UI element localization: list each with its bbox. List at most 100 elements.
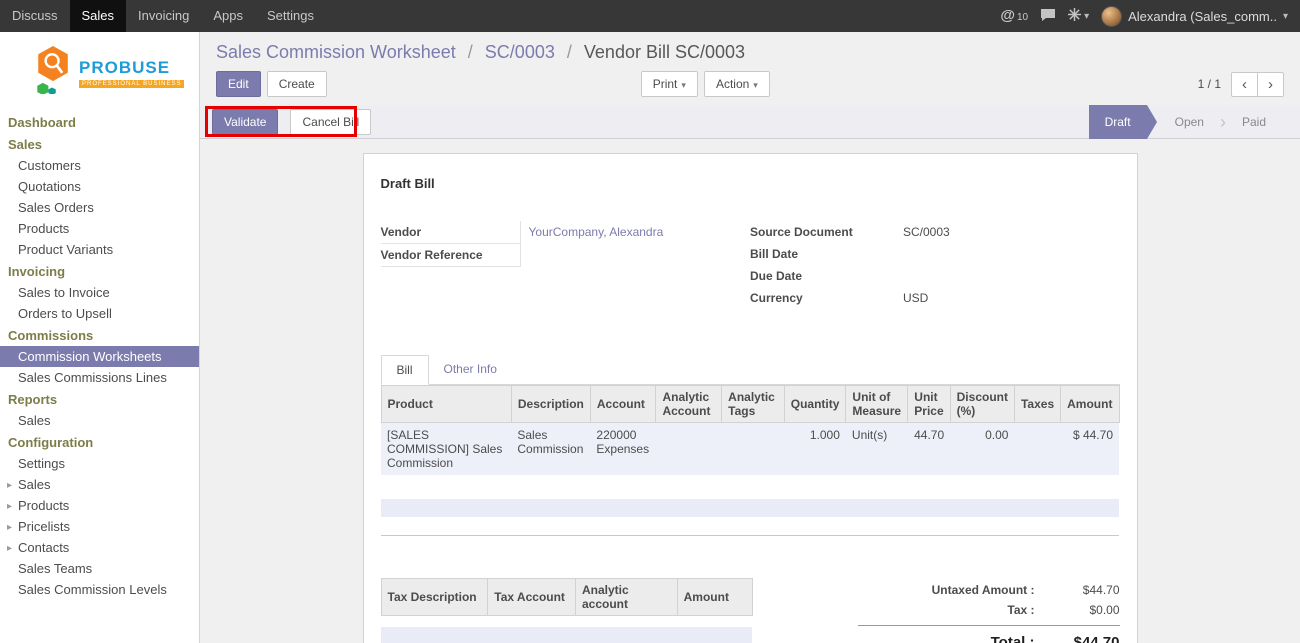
topbar: Discuss Sales Invoicing Apps Settings @ … <box>0 0 1300 32</box>
avatar <box>1101 6 1122 27</box>
cell-description: Sales Commission <box>511 423 590 476</box>
sidebar-item-commission-worksheets[interactable]: Commission Worksheets <box>0 346 199 367</box>
form-sheet: Draft Bill Vendor YourCompany, Alexandra… <box>363 153 1138 643</box>
sidebar-item-sales-to-invoice[interactable]: Sales to Invoice <box>0 282 199 303</box>
sidebar-item-sales-commission-levels[interactable]: Sales Commission Levels <box>0 579 199 600</box>
debug-icon <box>1068 8 1081 24</box>
messages-button[interactable] <box>1040 8 1056 25</box>
notebook-tabs: Bill Other Info <box>381 355 1120 385</box>
create-button[interactable]: Create <box>267 71 327 97</box>
tab-other-info[interactable]: Other Info <box>429 355 512 384</box>
expand-caret-icon: ▸ <box>7 499 12 514</box>
sidebar-item-config-products[interactable]: ▸ Products <box>0 495 199 516</box>
edit-button[interactable]: Edit <box>216 71 261 97</box>
breadcrumb-sc0003-link[interactable]: SC/0003 <box>485 42 555 62</box>
at-icon: @ <box>1000 7 1015 25</box>
bill-state-title: Draft Bill <box>381 176 1120 191</box>
sidebar-item-sales-commissions-lines[interactable]: Sales Commissions Lines <box>0 367 199 388</box>
cancel-bill-button[interactable]: Cancel Bill <box>290 109 371 135</box>
print-button[interactable]: Print▾ <box>641 71 698 97</box>
col-unit-of-measure: Unit of Measure <box>846 386 908 423</box>
col-amount: Amount <box>1061 386 1119 423</box>
expand-caret-icon: ▸ <box>7 520 12 535</box>
bill-date-label: Bill Date <box>750 243 895 265</box>
mentions-button[interactable]: @ 10 <box>1000 7 1028 25</box>
tab-bill[interactable]: Bill <box>381 355 429 385</box>
sidebar-section-sales[interactable]: Sales <box>0 133 199 155</box>
sidebar-item-label: Contacts <box>18 540 69 555</box>
sidebar-item-contacts[interactable]: ▸ Contacts <box>0 537 199 558</box>
expand-caret-icon: ▸ <box>7 541 12 556</box>
chevron-down-icon: ▾ <box>753 80 758 90</box>
sidebar-section-configuration[interactable]: Configuration <box>0 431 199 453</box>
top-menu: Discuss Sales Invoicing Apps Settings <box>0 0 326 32</box>
breadcrumb-separator: / <box>567 42 572 62</box>
sidebar-item-customers[interactable]: Customers <box>0 155 199 176</box>
sidebar-item-config-sales[interactable]: ▸Sales <box>0 474 199 495</box>
source-document-label: Source Document <box>750 221 895 243</box>
total-label: Total : <box>991 634 1035 643</box>
cell-amount: $ 44.70 <box>1061 423 1119 476</box>
sidebar-item-sales-orders[interactable]: Sales Orders <box>0 197 199 218</box>
invoice-lines-table: Product Description Account Analytic Acc… <box>381 385 1120 536</box>
sidebar-item-label: Pricelists <box>18 519 70 534</box>
cell-analytic-account <box>656 423 722 476</box>
col-taxes: Taxes <box>1014 386 1060 423</box>
tax-lines-table: Tax Description Tax Account Analytic acc… <box>381 578 753 643</box>
chevron-down-icon: ▾ <box>1283 11 1288 22</box>
untaxed-amount-value: $44.70 <box>1035 583 1120 597</box>
status-step-open[interactable]: Open <box>1159 105 1220 139</box>
vendor-value-link[interactable]: YourCompany, Alexandra <box>521 221 672 244</box>
breadcrumb-separator: / <box>468 42 473 62</box>
empty-tax-row <box>381 627 752 643</box>
button-row: Edit Create Print▾ Action▾ 1 / 1 ‹ › <box>216 71 1284 97</box>
menu-invoicing[interactable]: Invoicing <box>126 0 201 32</box>
main-content: Sales Commission Worksheet / SC/0003 / V… <box>200 32 1300 643</box>
field-group: Vendor YourCompany, Alexandra Vendor Ref… <box>381 221 1120 309</box>
sidebar-item-label: Products <box>18 498 69 513</box>
sidebar-item-product-variants[interactable]: Product Variants <box>0 239 199 260</box>
action-button[interactable]: Action▾ <box>704 71 770 97</box>
currency-label: Currency <box>750 287 895 309</box>
sidebar-item-orders-to-upsell[interactable]: Orders to Upsell <box>0 303 199 324</box>
menu-apps[interactable]: Apps <box>201 0 255 32</box>
sidebar-section-reports[interactable]: Reports <box>0 388 199 410</box>
debug-menu-button[interactable]: ▾ <box>1068 8 1089 24</box>
sidebar-section-commissions[interactable]: Commissions <box>0 324 199 346</box>
pager-prev-button[interactable]: ‹ <box>1231 72 1258 97</box>
col-discount: Discount (%) <box>950 386 1014 423</box>
lines-header-row: Product Description Account Analytic Acc… <box>381 386 1119 423</box>
status-step-paid[interactable]: Paid <box>1226 105 1282 139</box>
cell-uom: Unit(s) <box>846 423 908 476</box>
col-analytic-tags: Analytic Tags <box>722 386 785 423</box>
sidebar-item-reports-sales[interactable]: Sales <box>0 410 199 431</box>
menu-settings[interactable]: Settings <box>255 0 326 32</box>
empty-line-row <box>381 517 1119 535</box>
sidebar-item-pricelists[interactable]: ▸ Pricelists <box>0 516 199 537</box>
chevron-down-icon: ▾ <box>681 80 686 90</box>
form-view: Draft Bill Vendor YourCompany, Alexandra… <box>200 139 1300 643</box>
menu-sales[interactable]: Sales <box>70 0 127 32</box>
invoice-line-row[interactable]: [SALES COMMISSION] Sales Commission Sale… <box>381 423 1119 476</box>
sidebar-section-dashboard[interactable]: Dashboard <box>0 111 199 133</box>
cell-discount: 0.00 <box>950 423 1014 476</box>
pager-next-button[interactable]: › <box>1257 72 1284 97</box>
menu-discuss[interactable]: Discuss <box>0 0 70 32</box>
sidebar-item-quotations[interactable]: Quotations <box>0 176 199 197</box>
col-product: Product <box>381 386 511 423</box>
pager-count: 1 / 1 <box>1198 77 1221 91</box>
empty-line-row <box>381 475 1119 499</box>
validate-button[interactable]: Validate <box>212 109 278 135</box>
col-tax-description: Tax Description <box>381 578 488 615</box>
due-date-value <box>895 265 911 287</box>
status-step-draft[interactable]: Draft <box>1089 105 1147 139</box>
status-steps: Draft Open › Paid <box>1089 105 1300 139</box>
print-label: Print <box>653 77 678 91</box>
sidebar-section-invoicing[interactable]: Invoicing <box>0 260 199 282</box>
sidebar-item-settings[interactable]: Settings <box>0 453 199 474</box>
expand-caret-icon: ▸ <box>7 478 12 493</box>
sidebar-item-products[interactable]: Products <box>0 218 199 239</box>
user-menu[interactable]: Alexandra (Sales_comm.. ▾ <box>1101 6 1288 27</box>
breadcrumb-worksheet-link[interactable]: Sales Commission Worksheet <box>216 42 456 62</box>
sidebar-item-sales-teams[interactable]: Sales Teams <box>0 558 199 579</box>
